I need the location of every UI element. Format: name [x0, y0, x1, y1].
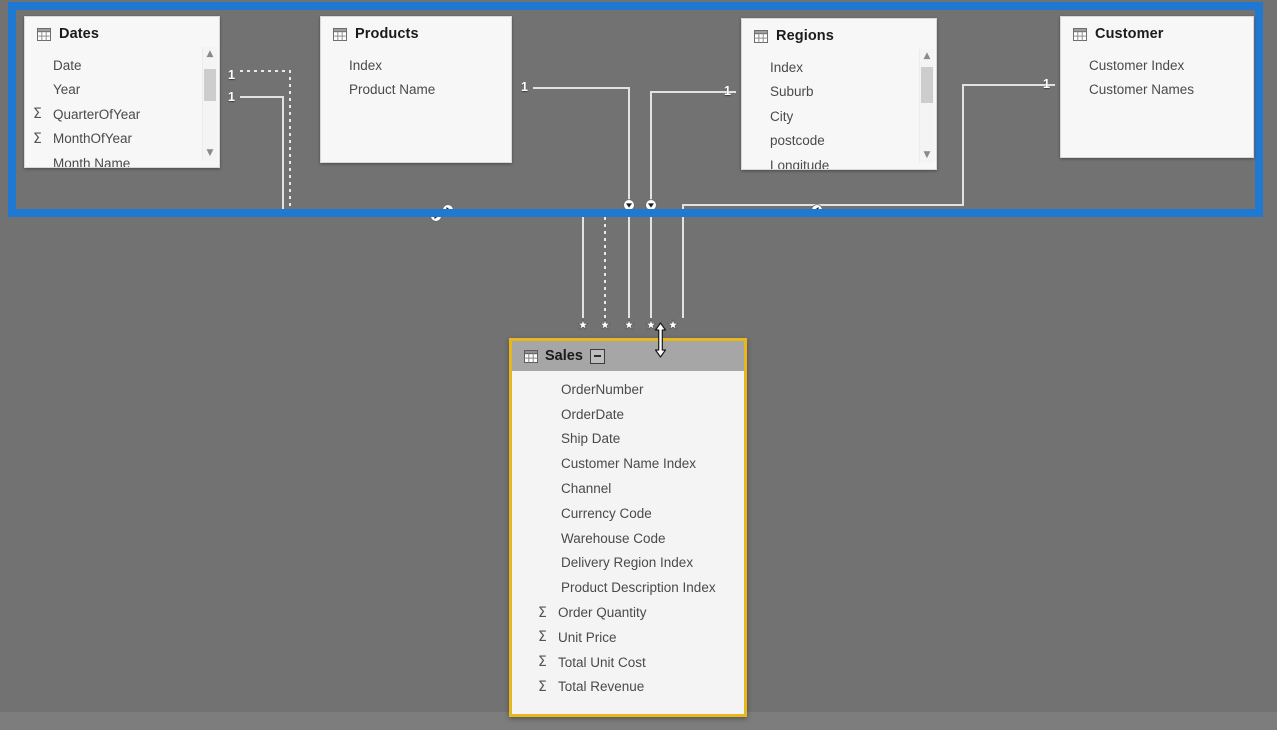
field-row[interactable]: Suburb — [742, 80, 936, 105]
field-label: Product Description Index — [561, 580, 716, 596]
sigma-icon: Σ — [33, 130, 42, 147]
scrollbar-regions[interactable]: ▲ ▼ — [919, 49, 934, 163]
field-label: Warehouse Code — [561, 530, 666, 546]
field-row[interactable]: Index — [742, 55, 936, 80]
table-header-products[interactable]: Products — [321, 17, 511, 49]
field-label: Customer Names — [1089, 82, 1195, 98]
field-list-products: Index Product Name — [321, 49, 511, 112]
sigma-icon: Σ — [33, 106, 42, 123]
field-row[interactable]: Ship Date — [512, 427, 744, 452]
field-label: Year — [53, 82, 81, 98]
field-label: Total Unit Cost — [558, 654, 646, 670]
field-label: Ship Date — [561, 431, 621, 447]
table-title-sales: Sales — [545, 348, 583, 364]
field-label: Suburb — [770, 84, 814, 100]
field-label: QuarterOfYear — [53, 106, 141, 122]
field-label: Order Quantity — [558, 605, 647, 621]
field-row[interactable]: Longitude — [742, 153, 936, 170]
field-label: Delivery Region Index — [561, 555, 694, 571]
field-row[interactable]: OrderNumber — [512, 377, 744, 402]
scroll-up-arrow-icon[interactable]: ▲ — [920, 49, 934, 64]
field-label: MonthOfYear — [53, 131, 133, 147]
field-label: Currency Code — [561, 505, 652, 521]
scroll-down-arrow-icon[interactable]: ▼ — [203, 146, 217, 161]
field-row[interactable]: Channel — [512, 476, 744, 501]
table-header-sales[interactable]: Sales — [512, 341, 744, 371]
field-label: Customer Name Index — [561, 456, 697, 472]
field-row[interactable]: Customer Index — [1061, 53, 1253, 78]
scroll-down-arrow-icon[interactable]: ▼ — [920, 148, 934, 163]
table-card-products[interactable]: Products Index Product Name — [320, 16, 512, 163]
scrollbar-dates[interactable]: ▲ ▼ — [202, 47, 217, 161]
scrollbar-thumb[interactable] — [921, 67, 933, 103]
field-row[interactable]: Warehouse Code — [512, 526, 744, 551]
field-row[interactable]: Delivery Region Index — [512, 551, 744, 576]
field-row[interactable]: Σ MonthOfYear — [25, 127, 219, 152]
field-row[interactable]: Customer Names — [1061, 78, 1253, 103]
field-row[interactable]: Σ Total Unit Cost — [512, 650, 744, 675]
field-row[interactable]: Σ Unit Price — [512, 625, 744, 650]
table-card-regions[interactable]: Regions Index Suburb City postcode Longi… — [741, 18, 937, 170]
field-row[interactable]: Σ Total Revenue — [512, 675, 744, 700]
table-grid-icon — [1073, 27, 1087, 41]
collapse-box-icon[interactable] — [589, 348, 605, 364]
field-row[interactable]: Year — [25, 78, 219, 103]
table-grid-icon — [524, 349, 538, 363]
sigma-icon: Σ — [538, 678, 547, 695]
field-row[interactable]: City — [742, 104, 936, 129]
field-label: City — [770, 108, 794, 124]
field-row[interactable]: Customer Name Index — [512, 451, 744, 476]
scrollbar-thumb[interactable] — [204, 69, 216, 101]
table-card-customer[interactable]: Customer Customer Index Customer Names — [1060, 16, 1254, 158]
field-row[interactable]: Month Name — [25, 151, 219, 168]
table-grid-icon — [37, 27, 51, 41]
table-header-customer[interactable]: Customer — [1061, 17, 1253, 49]
table-header-dates[interactable]: Dates — [25, 17, 219, 49]
field-row[interactable]: OrderDate — [512, 402, 744, 427]
field-label: Index — [770, 59, 804, 75]
field-label: OrderDate — [561, 406, 625, 422]
field-label: Product Name — [349, 82, 436, 98]
table-grid-icon — [333, 27, 347, 41]
field-label: Channel — [561, 481, 612, 497]
field-label: Total Revenue — [558, 679, 645, 695]
table-title-regions: Regions — [776, 28, 834, 44]
table-header-regions[interactable]: Regions — [742, 19, 936, 51]
field-list-customer: Customer Index Customer Names — [1061, 49, 1253, 112]
field-row[interactable]: Σ QuarterOfYear — [25, 102, 219, 127]
field-row[interactable]: Product Description Index — [512, 575, 744, 600]
field-list-dates: Date Year Σ QuarterOfYear Σ MonthOfYear … — [25, 49, 219, 168]
field-row[interactable]: Date — [25, 53, 219, 78]
sigma-icon: Σ — [538, 654, 547, 671]
field-label: OrderNumber — [561, 381, 644, 397]
scroll-up-arrow-icon[interactable]: ▲ — [203, 47, 217, 62]
table-card-sales[interactable]: Sales OrderNumber OrderDate Ship Date Cu… — [509, 338, 747, 717]
field-label: postcode — [770, 133, 825, 149]
field-row[interactable]: postcode — [742, 129, 936, 154]
field-list-regions: Index Suburb City postcode Longitude — [742, 51, 936, 170]
table-title-products: Products — [355, 26, 419, 42]
field-row[interactable]: Currency Code — [512, 501, 744, 526]
field-row[interactable]: Product Name — [321, 78, 511, 103]
table-title-dates: Dates — [59, 26, 99, 42]
field-label: Longitude — [770, 157, 830, 170]
field-label: Unit Price — [558, 629, 617, 645]
field-row[interactable]: Σ Order Quantity — [512, 600, 744, 625]
field-list-sales: OrderNumber OrderDate Ship Date Customer… — [512, 371, 744, 709]
field-label: Customer Index — [1089, 57, 1185, 73]
field-row[interactable]: Index — [321, 53, 511, 78]
sigma-icon: Σ — [538, 604, 547, 621]
field-label: Month Name — [53, 155, 131, 168]
table-title-customer: Customer — [1095, 26, 1164, 42]
field-label: Date — [53, 57, 82, 73]
sigma-icon: Σ — [538, 629, 547, 646]
table-grid-icon — [754, 29, 768, 43]
table-card-dates[interactable]: Dates Date Year Σ QuarterOfYear Σ MonthO… — [24, 16, 220, 168]
field-label: Index — [349, 57, 383, 73]
